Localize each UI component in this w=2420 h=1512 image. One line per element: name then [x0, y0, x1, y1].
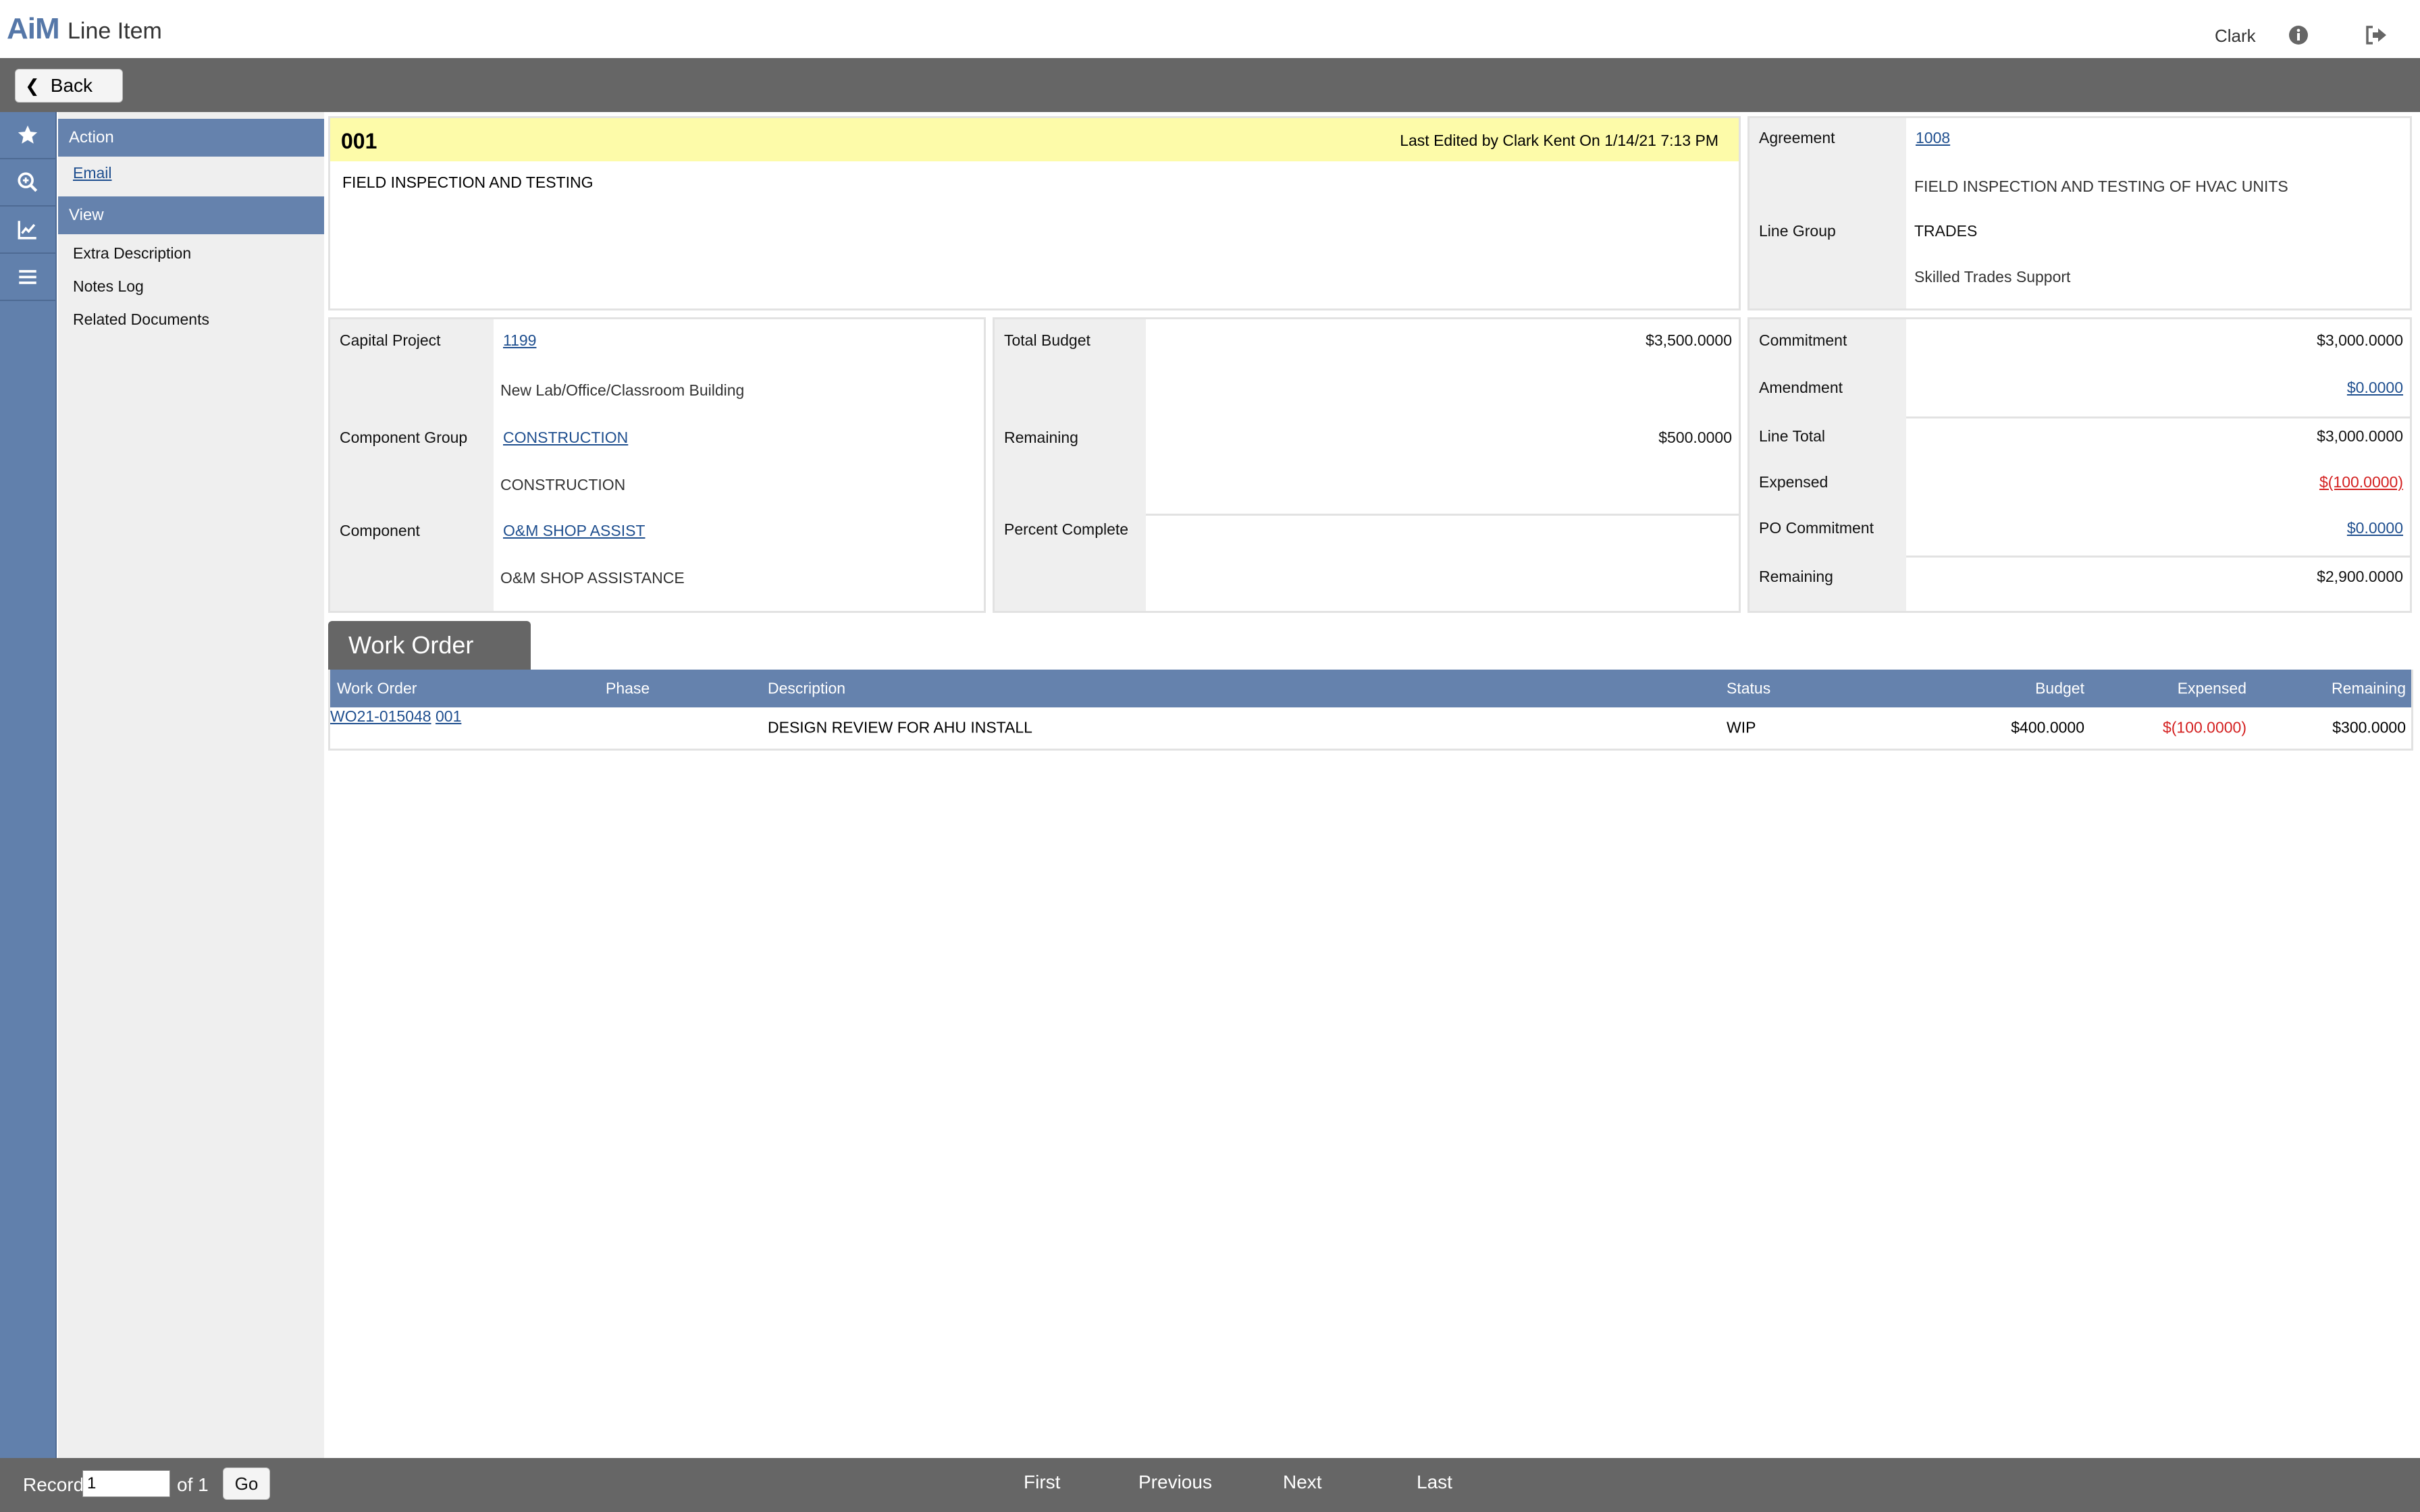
column-header[interactable]: Expensed	[2178, 680, 2246, 698]
column-header[interactable]: Description	[768, 680, 845, 698]
zoom-search-icon	[18, 172, 38, 192]
column-header[interactable]: Phase	[606, 680, 650, 698]
column-header[interactable]: Remaining	[2332, 680, 2406, 698]
footer-pager: Record of 1 Go First Previous Next Last	[0, 1458, 2420, 1512]
remaining-budget-label: Remaining	[1004, 429, 1078, 446]
agreement-description: FIELD INSPECTION AND TESTING OF HVAC UNI…	[1914, 178, 2288, 195]
logout-icon[interactable]	[2365, 24, 2388, 46]
project-panel: Capital Project 1199 New Lab/Office/Clas…	[328, 317, 986, 613]
line-total-label: Line Total	[1759, 427, 1826, 445]
remaining-budget-value: $500.0000	[1658, 429, 1732, 446]
last-button[interactable]: Last	[1417, 1472, 1452, 1493]
expensed-label: Expensed	[1759, 473, 1829, 491]
po-commitment-link[interactable]: $0.0000	[2347, 519, 2403, 537]
menu-button[interactable]	[0, 254, 55, 301]
toolbar: ❮ Back	[0, 58, 2420, 112]
total-budget-value: $3,500.0000	[1646, 331, 1732, 349]
agreement-label: Agreement	[1759, 129, 1835, 146]
nav-item-email[interactable]: Email	[58, 157, 324, 190]
next-button[interactable]: Next	[1283, 1472, 1322, 1493]
menu-icon	[19, 270, 36, 284]
component-label: Component	[340, 522, 420, 539]
line-item-summary: 001 Last Edited by Clark Kent On 1/14/21…	[328, 116, 1741, 310]
column-header[interactable]: Work Order	[337, 680, 417, 698]
budget-panel: Total Budget $3,500.0000 Remaining $500.…	[993, 317, 1741, 613]
star-icon	[18, 125, 38, 144]
work-order-remaining: $300.0000	[2332, 718, 2406, 736]
po-commitment-label: PO Commitment	[1759, 519, 1874, 537]
column-header[interactable]: Status	[1727, 680, 1770, 698]
table-header: Work Order Phase Description Status Budg…	[330, 670, 2411, 707]
commitment-remaining-value: $2,900.0000	[2317, 568, 2403, 585]
first-button[interactable]: First	[1024, 1472, 1060, 1493]
work-order-description: DESIGN REVIEW FOR AHU INSTALL	[768, 718, 1032, 736]
user-name[interactable]: Clark	[2215, 26, 2256, 47]
component-description: O&M SHOP ASSISTANCE	[500, 569, 685, 587]
chart-icon	[18, 221, 36, 240]
capital-project-label: Capital Project	[340, 331, 441, 349]
nav-section-view: View	[58, 196, 324, 234]
work-order-status: WIP	[1727, 718, 1756, 736]
search-button[interactable]	[0, 159, 55, 207]
component-group-description: CONSTRUCTION	[500, 476, 626, 493]
work-order-budget: $400.0000	[2011, 718, 2084, 736]
app-logo: AiM	[7, 12, 60, 45]
component-group-link[interactable]: CONSTRUCTION	[503, 429, 628, 447]
component-link[interactable]: O&M SHOP ASSIST	[503, 522, 645, 540]
reports-button[interactable]	[0, 207, 55, 254]
agreement-panel: Agreement 1008 FIELD INSPECTION AND TEST…	[1747, 116, 2412, 310]
last-edited: Last Edited by Clark Kent On 1/14/21 7:1…	[1400, 132, 1718, 149]
app-header: AiM Line Item Clark	[0, 0, 2420, 58]
back-button-label: Back	[50, 75, 93, 96]
capital-project-description: New Lab/Office/Classroom Building	[500, 381, 745, 399]
work-order-link[interactable]: WO21-015048	[330, 707, 431, 725]
favorites-button[interactable]	[0, 112, 55, 159]
nav-item-notes-log[interactable]: Notes Log	[58, 270, 324, 303]
percent-complete-label: Percent Complete	[1004, 520, 1129, 538]
commitment-remaining-label: Remaining	[1759, 568, 1833, 585]
info-icon[interactable]	[2288, 24, 2309, 46]
go-button[interactable]: Go	[223, 1467, 270, 1500]
total-budget-label: Total Budget	[1004, 331, 1090, 349]
line-group-value: TRADES	[1914, 222, 1978, 240]
record-number: 001	[341, 129, 377, 153]
chevron-left-icon: ❮	[25, 75, 40, 96]
commitment-label: Commitment	[1759, 331, 1847, 349]
capital-project-link[interactable]: 1199	[503, 331, 536, 350]
agreement-link[interactable]: 1008	[1916, 129, 1950, 147]
line-total-value: $3,000.0000	[2317, 427, 2403, 445]
expensed-link[interactable]: $(100.0000)	[2319, 473, 2403, 491]
line-description: FIELD INSPECTION AND TESTING	[342, 173, 594, 191]
component-group-label: Component Group	[340, 429, 468, 446]
commitment-value: $3,000.0000	[2317, 331, 2403, 349]
nav-item-related-documents[interactable]: Related Documents	[58, 303, 324, 336]
icon-rail	[0, 112, 57, 1458]
work-order-expensed: $(100.0000)	[2162, 718, 2246, 736]
tab-work-order[interactable]: Work Order	[328, 621, 531, 670]
page-title: Line Item	[68, 18, 162, 44]
line-group-description: Skilled Trades Support	[1914, 268, 2071, 286]
nav-section-action: Action	[58, 119, 324, 157]
record-header: 001 Last Edited by Clark Kent On 1/14/21…	[330, 118, 1739, 161]
amendment-label: Amendment	[1759, 379, 1843, 396]
record-total: of 1	[177, 1474, 209, 1495]
commitment-panel: Commitment $3,000.0000 Amendment $0.0000…	[1747, 317, 2412, 613]
record-number-input[interactable]	[82, 1470, 170, 1497]
email-link[interactable]: Email	[73, 164, 112, 182]
phase-link[interactable]: 001	[436, 707, 461, 725]
side-nav: Action Email View Extra Description Note…	[58, 112, 324, 1458]
table-row: WO21-015048 001 DESIGN REVIEW FOR AHU IN…	[330, 707, 2411, 748]
amendment-link[interactable]: $0.0000	[2347, 379, 2403, 397]
nav-item-extra-description[interactable]: Extra Description	[58, 237, 324, 270]
line-group-label: Line Group	[1759, 222, 1836, 240]
work-order-table: Work Order Phase Description Status Budg…	[328, 670, 2413, 751]
record-label: Record	[23, 1474, 84, 1495]
column-header[interactable]: Budget	[2035, 680, 2084, 698]
back-button[interactable]: ❮ Back	[15, 69, 123, 103]
previous-button[interactable]: Previous	[1138, 1472, 1212, 1493]
